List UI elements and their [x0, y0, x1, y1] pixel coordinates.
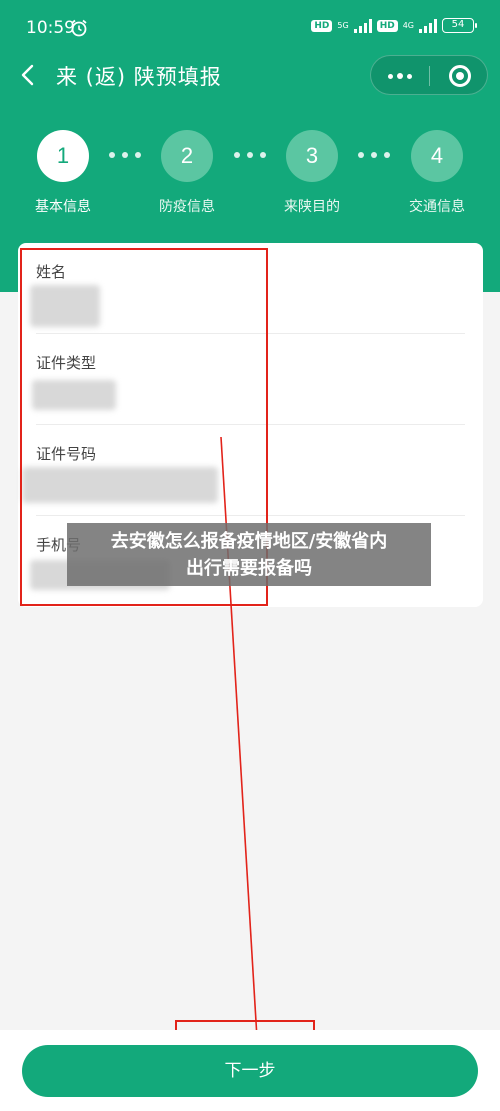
next-button[interactable]: 下一步 — [22, 1045, 478, 1097]
watermark-caption: 去安徽怎么报备疫情地区/安徽省内 出行需要报备吗 — [67, 523, 431, 586]
watermark-line: 去安徽怎么报备疫情地区/安徽省内 — [110, 531, 388, 552]
watermark-line: 出行需要报备吗 — [186, 558, 312, 579]
